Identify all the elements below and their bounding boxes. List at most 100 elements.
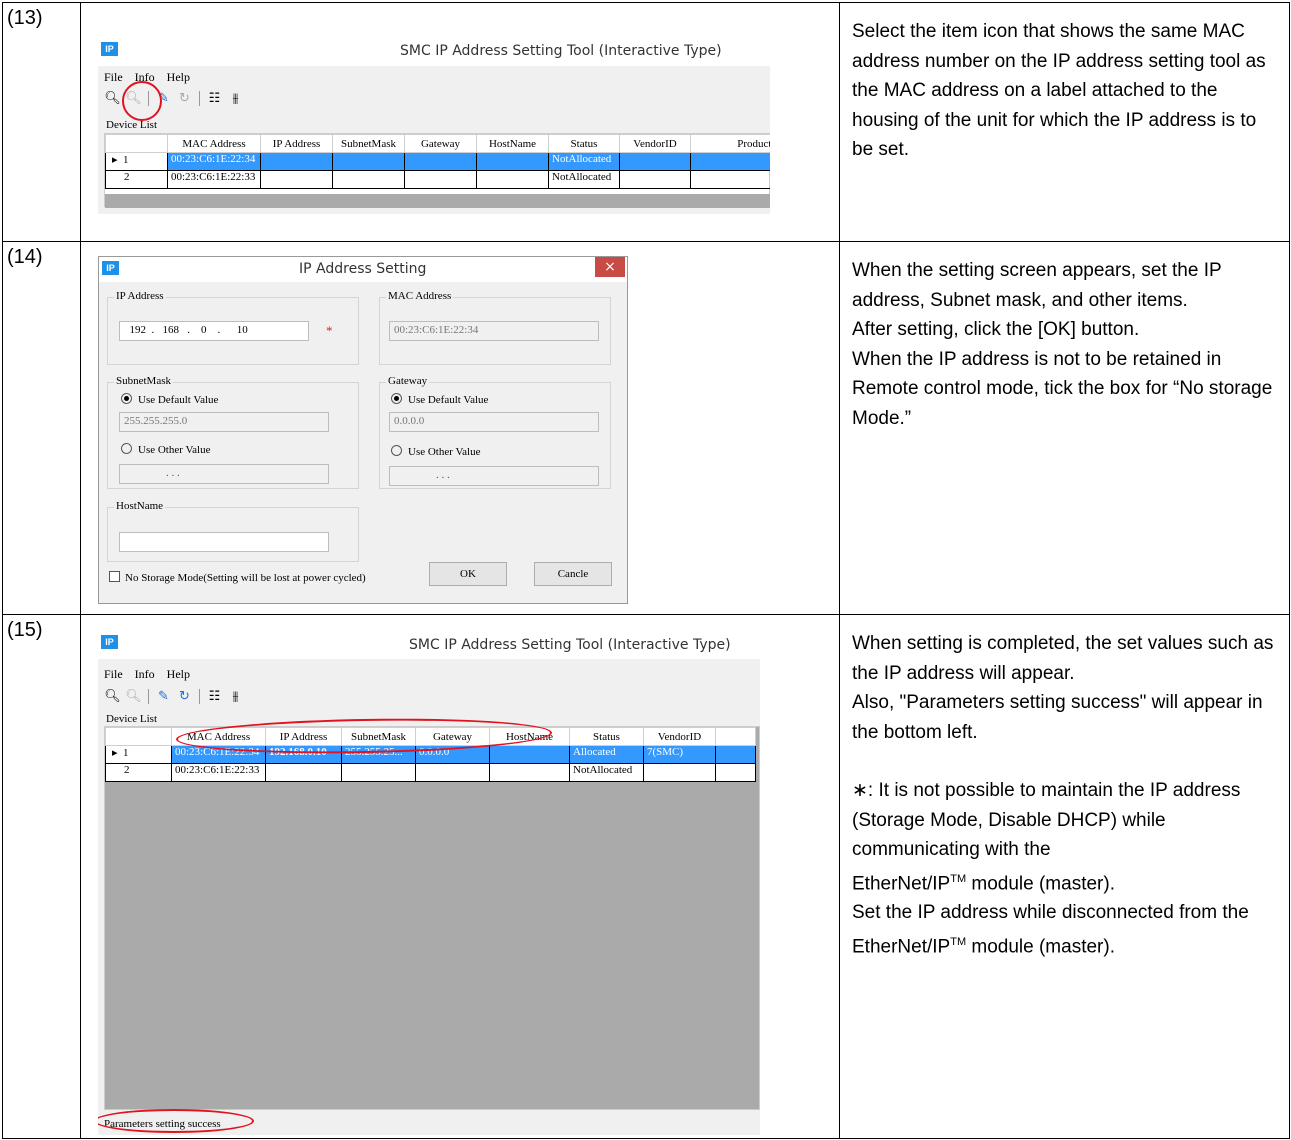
description-text: When setting is completed, the set value… — [852, 633, 1274, 684]
menu-file[interactable]: File — [104, 70, 123, 84]
column-header[interactable]: IP Address — [260, 134, 333, 153]
search-disabled-icon[interactable]: 🔍︎ — [125, 688, 142, 705]
status-cell: Allocated — [569, 745, 644, 764]
menu-file[interactable]: File — [104, 667, 123, 681]
column-header[interactable]: ProductC — [690, 134, 770, 153]
search-icon[interactable]: 🔍︎ — [104, 688, 121, 705]
screenshot-cell: IP SMC IP Address Setting Tool (Interact… — [80, 2, 840, 242]
ip-setting-dialog: IP IP Address Setting × IP Address 192 .… — [98, 256, 628, 604]
ip-octet: 10 — [236, 324, 248, 336]
sliders-icon[interactable]: ⫵ — [227, 688, 244, 705]
column-header[interactable]: Status — [548, 134, 620, 153]
step-number: (14) — [2, 241, 81, 615]
description-text: When the IP address is not to be retaine… — [852, 348, 1273, 429]
screenshot-cell: IP IP Address Setting × IP Address 192 .… — [80, 241, 840, 615]
window-titlebar: IP SMC IP Address Setting Tool (Interact… — [98, 631, 760, 659]
instruction-table: (13) IP SMC IP Address Setting Tool (Int… — [2, 2, 1290, 1139]
subnet-default-radio[interactable]: Use Default Value — [121, 393, 218, 406]
window-title: SMC IP Address Setting Tool (Interactive… — [400, 43, 722, 59]
search-icon[interactable]: 🔍︎ — [104, 90, 121, 107]
subnet-cell — [332, 152, 405, 171]
checkbox-box[interactable] — [109, 571, 120, 582]
menu-info[interactable]: Info — [135, 667, 155, 681]
device-grid: MAC Address IP Address SubnetMask Gateway Ho… — [105, 134, 770, 189]
device-list-label: Device List — [106, 713, 158, 725]
subnet-other-radio[interactable]: Use Other Value — [121, 443, 211, 456]
cancel-button[interactable]: Cancle — [534, 562, 612, 586]
mac-address-field: 00:23:C6:1E:22:34 — [389, 321, 599, 341]
menu-help[interactable]: Help — [167, 70, 190, 84]
row-header[interactable]: ▸ 1 — [105, 745, 172, 764]
column-header[interactable]: SubnetMask — [332, 134, 405, 153]
column-header[interactable]: Status — [569, 727, 644, 746]
ip-tool-window: IP SMC IP Address Setting Tool (Interact… — [98, 38, 770, 214]
row-header[interactable]: 2 — [105, 763, 172, 782]
group-label: MAC Address — [386, 290, 454, 302]
group-label: IP Address — [114, 290, 166, 302]
note-text: EtherNet/IPTM module (master). — [852, 872, 1115, 894]
column-header[interactable]: MAC Address — [167, 134, 261, 153]
sliders-icon[interactable]: ⫵ — [227, 90, 244, 107]
toolbar-separator — [148, 688, 149, 704]
description-text: Also, "Parameters setting success" will … — [852, 692, 1263, 743]
column-header[interactable] — [715, 727, 756, 746]
nostorage-checkbox[interactable]: No Storage Mode(Setting will be lost at … — [109, 571, 366, 584]
menu-help[interactable]: Help — [167, 667, 190, 681]
highlight-ellipse — [98, 1109, 254, 1133]
product-cell — [715, 763, 756, 782]
app-icon: IP — [101, 42, 118, 56]
column-header[interactable]: HostName — [476, 134, 549, 153]
app-icon: IP — [101, 635, 118, 649]
table-row[interactable]: ▸ 1 00:23:C6:1E:22:34 NotAllocated — [105, 152, 770, 171]
column-header[interactable]: VendorID — [643, 727, 716, 746]
grid-settings-icon[interactable]: ☷ — [206, 688, 223, 705]
gateway-cell — [404, 170, 477, 189]
step-number: (13) — [2, 2, 81, 242]
gateway-other-radio[interactable]: Use Other Value — [391, 445, 481, 458]
grid-header: MAC Address IP Address SubnetMask Gateway Ho… — [105, 134, 770, 153]
ip-cell — [260, 152, 333, 171]
column-header[interactable]: VendorID — [619, 134, 691, 153]
table-row[interactable]: 2 00:23:C6:1E:22:33 NotAllocated — [105, 763, 756, 782]
hostname-cell — [489, 745, 570, 764]
screenshot-cell: IP SMC IP Address Setting Tool (Interact… — [80, 614, 840, 1139]
toolbar-separator — [199, 688, 200, 704]
note-text: ∗: It is not possible to maintain the IP… — [852, 780, 1241, 860]
gateway-default-radio[interactable]: Use Default Value — [391, 393, 488, 406]
ip-cell — [260, 170, 333, 189]
menu-bar: File Info Help — [104, 667, 202, 683]
ip-octet: 192 — [129, 324, 147, 336]
gateway-other-field[interactable]: . . . — [389, 466, 599, 486]
hostname-input[interactable] — [119, 532, 329, 552]
ip-octet: 0 — [201, 324, 207, 336]
vendor-cell: 7(SMC) — [643, 745, 716, 764]
description-text: Select the item icon that shows the same… — [852, 21, 1266, 160]
row-header[interactable]: 2 — [105, 170, 168, 189]
mac-cell: 00:23:C6:1E:22:34 — [167, 152, 261, 171]
ip-address-input[interactable]: 192 . 168 . 0 . 10 — [119, 321, 309, 341]
row-header[interactable]: ▸ 1 — [105, 152, 168, 171]
device-list: MAC Address IP Address SubnetMask Gateway Ho… — [104, 133, 770, 208]
status-cell: NotAllocated — [548, 170, 620, 189]
dialog-title: IP Address Setting — [299, 261, 427, 277]
subnet-other-field[interactable]: . . . — [119, 464, 329, 484]
column-header[interactable]: Gateway — [404, 134, 477, 153]
group-label: Gateway — [386, 375, 430, 387]
header-corner — [105, 134, 168, 153]
device-list: MAC Address IP Address SubnetMask Gateway Ho… — [104, 726, 760, 1110]
mac-cell: 00:23:C6:1E:22:33 — [171, 763, 266, 782]
ip-cell — [265, 763, 342, 782]
empty-grid-area — [105, 194, 770, 208]
edit-ip-icon[interactable]: ✎ — [155, 688, 172, 705]
ok-button[interactable]: OK — [429, 562, 507, 586]
grid-settings-icon[interactable]: ☷ — [206, 90, 223, 107]
refresh-icon[interactable]: ↻ — [176, 688, 193, 705]
group-label: SubnetMask — [114, 375, 173, 387]
refresh-icon[interactable]: ↻ — [176, 90, 193, 107]
table-row[interactable]: 2 00:23:C6:1E:22:33 NotAllocated — [105, 170, 770, 189]
close-icon[interactable]: × — [595, 257, 625, 277]
toolbar: 🔍︎ 🔍︎ ✎ ↻ ☷ ⫵ — [104, 686, 244, 706]
step-number: (15) — [2, 614, 81, 1139]
step-row: (15) IP SMC IP Address Setting Tool (Int… — [2, 614, 1290, 1139]
